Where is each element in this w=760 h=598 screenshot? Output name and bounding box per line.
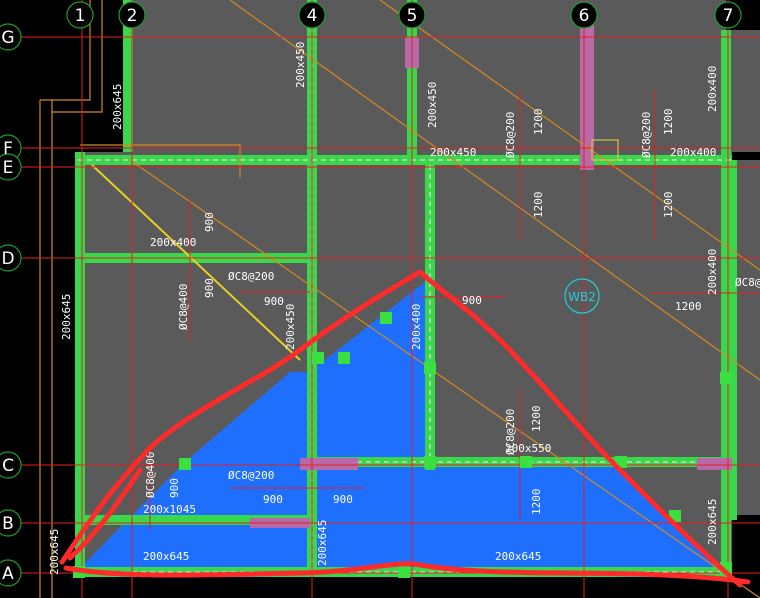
beam-size-label: 200x645 (706, 499, 719, 545)
dimension-label: 900 (264, 295, 284, 308)
beam-size-label: 200x645 (60, 294, 73, 340)
col-axis-label: 6 (579, 6, 590, 26)
grip-point (424, 456, 436, 468)
slab-panel (128, 0, 312, 152)
grip-point (720, 372, 732, 384)
row-axis-label: G (1, 28, 14, 48)
dimension-label: 1200 (532, 192, 545, 219)
beam-size-label: 200x645 (143, 550, 189, 563)
rebar-label: ØC8@200 (640, 112, 653, 158)
beam-size-label: 200x450 (294, 42, 307, 88)
beam-size-label: 200x645 (316, 520, 329, 566)
grip-point (380, 312, 392, 324)
slab-panel (412, 0, 584, 152)
rebar-label: ØC8@400 (177, 284, 190, 330)
beam-size-label: 200x645 (111, 84, 124, 130)
slab-tag: WB2 (568, 290, 596, 304)
beam-size-label: 200x645 (48, 529, 61, 575)
dimension-label: 900 (263, 493, 283, 506)
grip-point (338, 352, 350, 364)
col-axis-label: 7 (723, 6, 734, 26)
rebar-label: ØC8@200 (504, 112, 517, 158)
beam-size-label: 200x400 (706, 66, 719, 112)
beam-size-label: 200x450 (426, 82, 439, 128)
slab-panel (312, 0, 412, 152)
dimension-label: 1200 (530, 406, 543, 433)
grip-point (179, 458, 191, 470)
rebar-label: ØC8@ (735, 276, 760, 289)
dimension-label: 900 (168, 478, 181, 498)
rebar-label: ØC8@400 (144, 452, 157, 498)
dimension-label: 1200 (662, 192, 675, 219)
beam-size-label: 200x400 (150, 236, 196, 249)
slab-panel (726, 30, 760, 152)
beam-size-label: 200x1045 (143, 503, 196, 516)
dimension-label: 900 (333, 493, 353, 506)
floor-plan-drawing: 1 2 4 5 6 7 G F E D C B A 200x645 200x45… (0, 0, 760, 598)
row-axis-label: D (1, 249, 14, 269)
beam-size-label: 200x645 (495, 550, 541, 563)
beam-size-label: 200x450 (284, 304, 297, 350)
dimension-label: 1200 (662, 109, 675, 136)
rebar-label: ØC8@200 (228, 270, 274, 283)
dimension-label: 900 (203, 278, 216, 298)
dimension-label: 1200 (675, 300, 702, 313)
row-axis-label: E (3, 158, 14, 178)
row-axis-label: C (2, 456, 14, 476)
rebar-label: ØC8@200 (228, 469, 274, 482)
beam-size-label: 200x400 (410, 304, 423, 350)
col-axis-label: 5 (407, 6, 418, 26)
row-axis-label: B (2, 514, 14, 534)
grip-point (424, 362, 436, 374)
grip-point (398, 566, 410, 578)
grip-point (520, 456, 532, 468)
beam-size-label: 200x450 (430, 146, 476, 159)
cad-drawing-canvas[interactable]: 1 2 4 5 6 7 G F E D C B A 200x645 200x45… (0, 0, 760, 598)
row-axis-label: A (2, 564, 14, 584)
grip-point (312, 352, 324, 364)
col-axis-label: 1 (75, 6, 86, 26)
dimension-label: 1200 (532, 109, 545, 136)
dimension-label: 900 (203, 212, 216, 232)
dimension-label: 1200 (530, 489, 543, 516)
dimension-label: 900 (462, 294, 482, 307)
rebar-label: ØC8@200 (504, 409, 517, 455)
col-axis-label: 2 (127, 6, 138, 26)
row-axis-bubbles (0, 23, 22, 587)
pink-beam (300, 458, 358, 470)
pink-beam (697, 458, 732, 470)
beam-size-label: 200x400 (706, 249, 719, 295)
beam-size-label: 200x400 (670, 146, 716, 159)
col-axis-label: 4 (307, 6, 318, 26)
row-axis-label: F (3, 139, 13, 159)
